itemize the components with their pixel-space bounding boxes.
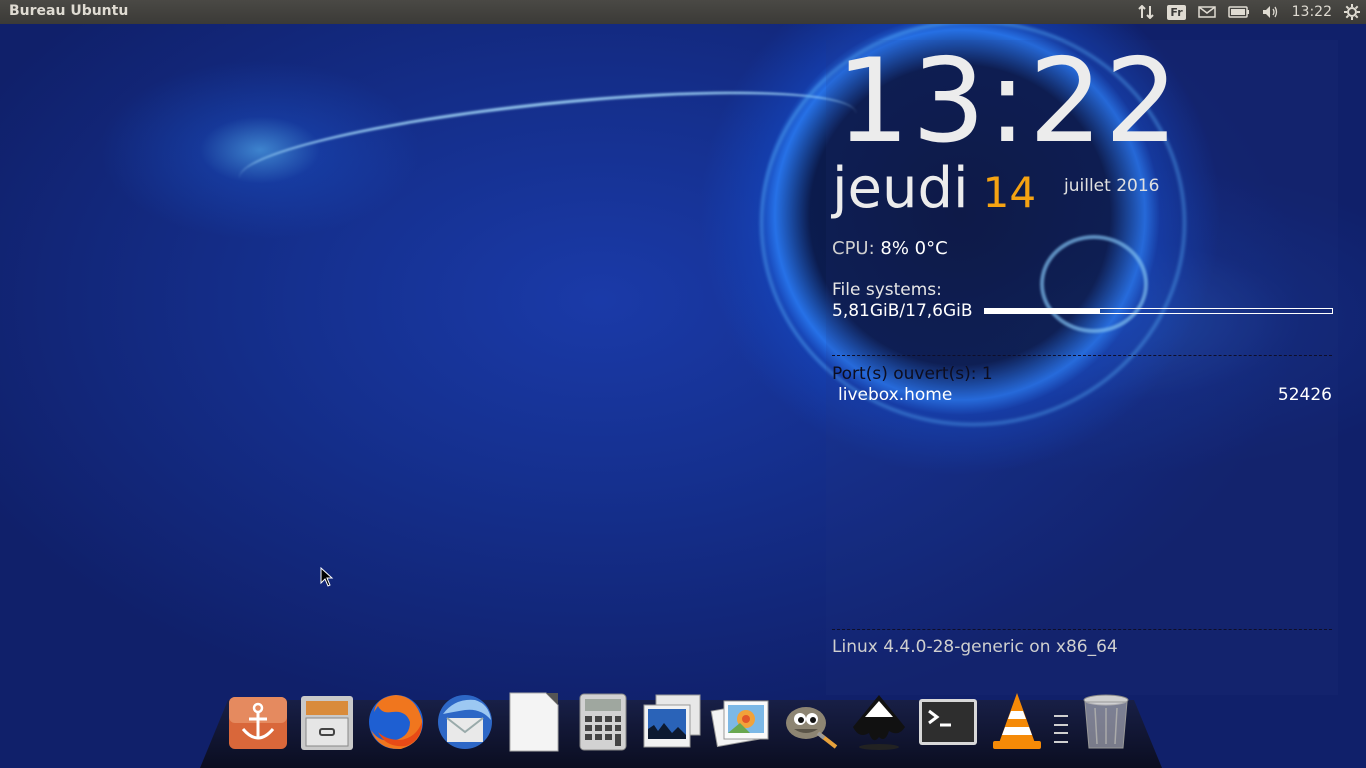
docky-anchor-icon[interactable] [226,690,289,754]
calculator-icon[interactable] [571,690,634,754]
image-viewer-icon[interactable] [640,690,703,754]
dock-separator [1054,712,1068,746]
battery-icon[interactable] [1222,0,1256,24]
mail-icon[interactable] [1192,0,1222,24]
panel-clock[interactable]: 13:22 [1286,0,1338,24]
trash-icon[interactable] [1074,690,1137,754]
cpu-value: 8% 0°C [880,238,948,259]
session-gear-icon[interactable] [1338,0,1366,24]
filesystems-bar [984,308,1333,314]
conky-separator-bottom [832,629,1332,630]
thunderbird-icon[interactable] [433,690,496,754]
filesystems-label: File systems: [832,280,942,300]
kernel-info: Linux 4.4.0-28-generic on x86_64 [832,637,1118,657]
shotwell-photos-icon[interactable] [709,690,772,754]
port-host: livebox.home [838,385,953,405]
indicator-area: Fr 13:22 [1131,0,1366,24]
conky-month-year: juillet 2016 [1064,176,1160,196]
dock [226,690,1137,754]
conky-clock: 13:22 [836,34,1181,169]
panel-title: Bureau Ubuntu [9,3,129,19]
terminal-icon[interactable] [916,690,979,754]
cpu-label: CPU: [832,238,875,259]
keyboard-layout-indicator[interactable]: Fr [1161,0,1191,24]
conky-widget: 13:22 jeudi 14 juillet 2016 CPU: 8% 0°C F… [826,40,1338,695]
conky-day-name: jeudi [832,156,969,221]
volume-icon[interactable] [1256,0,1286,24]
conky-day-number: 14 [982,168,1037,217]
libreoffice-icon[interactable] [502,690,565,754]
port-number: 52426 [1277,385,1332,405]
open-ports-label: Port(s) ouvert(s): 1 [832,364,993,384]
wallpaper-streak [235,70,857,178]
top-panel: Bureau Ubuntu Fr 13:22 [0,0,1366,24]
file-manager-icon[interactable] [295,690,358,754]
keyboard-layout-label: Fr [1167,4,1186,20]
mouse-cursor-icon [320,567,334,587]
filesystems-bar-fill [985,309,1100,313]
conky-date: jeudi 14 juillet 2016 [832,156,1159,221]
inkscape-icon[interactable] [847,690,910,754]
filesystems-value: 5,81GiB/17,6GiB [832,301,973,321]
network-transfer-icon[interactable] [1131,0,1161,24]
firefox-icon[interactable] [364,690,427,754]
vlc-icon[interactable] [985,690,1048,754]
conky-cpu: CPU: 8% 0°C [832,238,948,259]
gimp-icon[interactable] [778,690,841,754]
conky-separator [832,355,1332,356]
